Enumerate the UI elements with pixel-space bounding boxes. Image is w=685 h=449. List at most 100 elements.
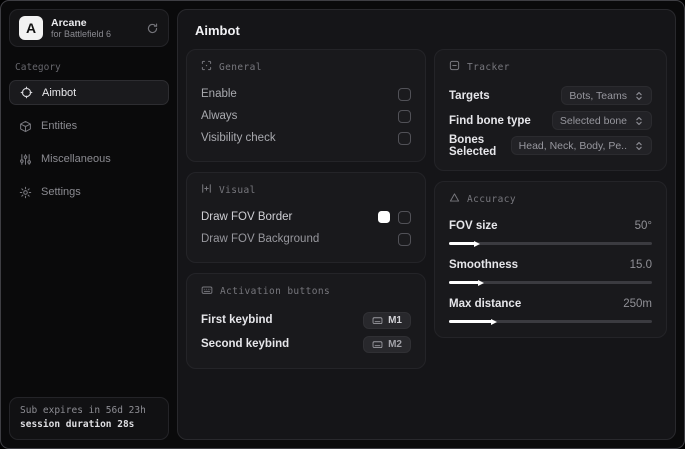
sliders-icon [19, 153, 32, 166]
visual-card: Visual Draw FOV Border Draw FOV Backgrou… [186, 172, 426, 263]
slider-group: Smoothness 15.0 [449, 254, 652, 286]
accuracy-card-header: Accuracy [449, 192, 652, 206]
sidebar-item-aimbot[interactable]: Aimbot [9, 80, 169, 105]
setting-row: Max distance 250m [449, 293, 652, 315]
category-label: Category [15, 62, 61, 73]
setting-label: Max distance [449, 298, 522, 310]
setting-label: Draw FOV Background [201, 233, 320, 245]
setting-label: Second keybind [201, 338, 290, 350]
tracker-card-header: Tracker [449, 60, 652, 74]
enable-checkbox[interactable] [398, 87, 411, 101]
unfold-icon [636, 141, 642, 150]
sidebar-item-miscellaneous[interactable]: Miscellaneous [9, 147, 169, 171]
setting-row: Draw FOV Background [201, 228, 411, 250]
sidebar-item-label: Settings [41, 186, 81, 198]
setting-label: Always [201, 110, 238, 122]
select-value: Bots, Teams [569, 89, 627, 102]
select-value: Selected bone [559, 114, 627, 127]
fov-border-controls [378, 210, 411, 224]
keybind-value: M2 [388, 338, 402, 350]
app-header: A Arcane for Battlefield 6 [9, 9, 169, 47]
smoothness-slider[interactable] [449, 279, 652, 286]
unfold-icon [636, 91, 642, 100]
keyboard-icon [201, 284, 213, 299]
scan-icon [201, 60, 212, 74]
find-bone-type-select[interactable]: Selected bone [551, 111, 652, 130]
setting-row: First keybind M1 [201, 308, 411, 332]
setting-row: Visibility check [201, 127, 411, 149]
crosshair-icon [20, 86, 33, 99]
subscription-info: Sub expires in 56d 23h session duration … [9, 396, 169, 440]
refresh-icon[interactable] [146, 22, 159, 35]
setting-row: Draw FOV Border [201, 206, 411, 228]
session-duration-text: session duration 28s [20, 418, 135, 430]
slider-fill [449, 318, 497, 325]
second-keybind-button[interactable]: M2 [363, 335, 411, 353]
setting-label: Enable [201, 88, 237, 100]
sidebar-item-label: Aimbot [42, 86, 77, 99]
accuracy-card-title: Accuracy [467, 193, 516, 205]
slider-fill [449, 279, 485, 286]
slider-fill [449, 240, 481, 247]
cube-icon [19, 120, 32, 133]
activation-card-header: Activation buttons [201, 284, 411, 299]
setting-label: Smoothness [449, 259, 519, 271]
visual-card-title: Visual [219, 184, 256, 196]
slider-thumb[interactable] [474, 240, 481, 247]
visual-card-header: Visual [201, 183, 411, 197]
page-title: Aimbot [195, 23, 240, 38]
first-keybind-button[interactable]: M1 [363, 311, 411, 329]
max-distance-slider[interactable] [449, 318, 652, 325]
slider-value: 50° [634, 220, 652, 232]
tracker-card-title: Tracker [467, 61, 510, 73]
app-logo: A [19, 16, 43, 40]
keyboard-icon [372, 340, 383, 348]
setting-row: Find bone type Selected bone [449, 108, 652, 133]
visibility-check-checkbox[interactable] [398, 131, 411, 145]
tracker-icon [449, 60, 460, 74]
tracker-card: Tracker Targets Bots, Teams Find bone ty… [434, 49, 667, 171]
app-name: Arcane [51, 16, 87, 29]
always-checkbox[interactable] [398, 109, 411, 123]
general-card: General Enable Always Visibility check [186, 49, 426, 162]
setting-label: Draw FOV Border [201, 211, 293, 223]
fov-size-slider[interactable] [449, 240, 652, 247]
slider-value: 15.0 [629, 259, 652, 271]
card-columns: General Enable Always Visibility check V… [178, 47, 675, 387]
slider-group: FOV size 50° [449, 215, 652, 247]
setting-label: FOV size [449, 220, 498, 232]
app-subtitle: for Battlefield 6 [51, 28, 112, 39]
setting-row: FOV size 50° [449, 215, 652, 237]
activation-card: Activation buttons First keybind M1 Seco… [186, 273, 426, 369]
slider-thumb[interactable] [478, 279, 485, 286]
right-column: Tracker Targets Bots, Teams Find bone ty… [434, 49, 667, 379]
setting-row: Targets Bots, Teams [449, 83, 652, 108]
slider-value: 250m [623, 298, 652, 310]
adjustments-icon [201, 183, 212, 197]
general-card-header: General [201, 60, 411, 74]
sub-expiry-text: Sub expires in 56d 23h [20, 404, 146, 416]
slider-thumb[interactable] [490, 318, 497, 325]
setting-row: Second keybind M2 [201, 332, 411, 356]
setting-row: Smoothness 15.0 [449, 254, 652, 276]
gear-icon [19, 186, 32, 199]
keyboard-icon [372, 316, 383, 324]
app-meta: Arcane for Battlefield 6 [51, 17, 111, 39]
sidebar-item-entities[interactable]: Entities [9, 114, 169, 138]
setting-label: Visibility check [201, 132, 276, 144]
targets-select[interactable]: Bots, Teams [561, 86, 652, 105]
setting-row: Always [201, 105, 411, 127]
unfold-icon [636, 116, 642, 125]
left-column: General Enable Always Visibility check V… [186, 49, 426, 379]
draw-fov-border-checkbox[interactable] [398, 210, 411, 224]
setting-label: First keybind [201, 314, 273, 326]
sidebar-item-label: Miscellaneous [41, 153, 111, 165]
setting-row: Bones Selected Head, Neck, Body, Pe.. [449, 133, 652, 158]
color-swatch[interactable] [378, 211, 390, 223]
draw-fov-background-checkbox[interactable] [398, 232, 411, 246]
slider-group: Max distance 250m [449, 293, 652, 325]
triangle-icon [449, 192, 460, 206]
setting-label: Targets [449, 89, 490, 102]
bones-selected-select[interactable]: Head, Neck, Body, Pe.. [510, 136, 652, 155]
sidebar-item-settings[interactable]: Settings [9, 180, 169, 204]
